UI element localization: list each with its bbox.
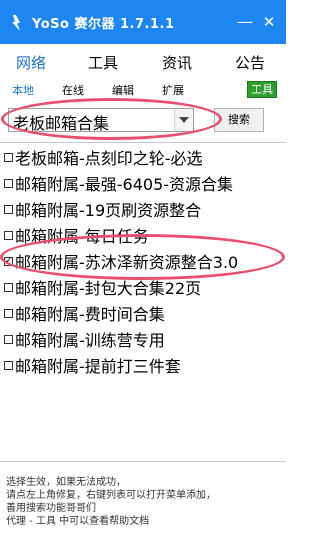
- list-item[interactable]: 邮箱附属-每日任务: [4, 223, 149, 249]
- dropdown-selected-value: 老板邮箱合集: [13, 114, 110, 133]
- checkbox[interactable]: [4, 309, 13, 318]
- tab-news[interactable]: 资讯: [162, 52, 192, 73]
- close-button[interactable]: ✕: [258, 12, 280, 32]
- list-item[interactable]: 邮箱附属-最强-6405-资源合集: [4, 171, 233, 197]
- checkbox[interactable]: [4, 153, 13, 162]
- tab-network[interactable]: 网络: [16, 52, 46, 73]
- list-item[interactable]: 邮箱附属-封包大合集22页: [4, 275, 201, 301]
- help-text: 选择生效，如果无法成功， 请点左上角修复，右键列表可以打开菜单添加， 善用搜索功…: [6, 476, 216, 528]
- list-item[interactable]: 邮箱附属-费时间合集: [4, 301, 165, 327]
- chevron-down-icon: [179, 117, 189, 123]
- tools-tag-button[interactable]: 工具: [247, 81, 277, 98]
- checkbox[interactable]: [4, 361, 13, 370]
- subnav-local[interactable]: 本地: [12, 82, 34, 98]
- search-button[interactable]: 搜索: [214, 108, 264, 132]
- checkbox[interactable]: [4, 335, 13, 344]
- help-line: 代理 - 工具 中可以查看帮助文档: [6, 516, 150, 527]
- checkbox[interactable]: [4, 179, 13, 188]
- subnav-online[interactable]: 在线: [62, 82, 84, 98]
- list-item[interactable]: ✓ 邮箱附属-苏沐泽新资源整合3.0: [4, 249, 238, 275]
- checkbox[interactable]: [4, 231, 13, 240]
- help-line: 选择生效，如果无法成功，: [6, 477, 126, 488]
- list-item[interactable]: 邮箱附属-训练营专用: [4, 327, 165, 353]
- checkbox[interactable]: [4, 205, 13, 214]
- window-title: YoSo 赛尔器 1.7.1.1: [32, 17, 175, 32]
- dropdown-arrow[interactable]: [174, 109, 193, 131]
- title-bar: YoSo 赛尔器 1.7.1.1 — ✕: [0, 0, 286, 44]
- list-item[interactable]: 邮箱附属-19页刷资源整合: [4, 197, 201, 223]
- script-list[interactable]: 老板邮箱-点刻印之轮-必选 邮箱附属-最强-6405-资源合集 邮箱附属-19页…: [0, 142, 286, 462]
- checkbox[interactable]: [4, 283, 13, 292]
- tab-tools[interactable]: 工具: [88, 52, 118, 73]
- checkbox[interactable]: ✓: [4, 257, 13, 266]
- subnav-extend[interactable]: 扩展: [162, 82, 184, 98]
- list-item[interactable]: 老板邮箱-点刻印之轮-必选: [4, 145, 203, 171]
- list-item[interactable]: 邮箱附属-提前打三件套: [4, 353, 181, 379]
- app-logo-icon: [12, 15, 20, 31]
- help-line: 善用搜索功能哥哥们: [6, 503, 96, 514]
- minimize-button[interactable]: —: [234, 12, 256, 32]
- help-line: 请点左上角修复，右键列表可以打开菜单添加，: [6, 490, 216, 501]
- subnav-edit[interactable]: 编辑: [112, 82, 134, 98]
- sub-nav: 本地 在线 编辑 扩展 工具: [0, 78, 286, 102]
- tab-announcements[interactable]: 公告: [235, 52, 265, 73]
- category-dropdown[interactable]: 老板邮箱合集: [8, 108, 194, 133]
- main-tabs: 网络 工具 资讯 公告: [0, 44, 286, 78]
